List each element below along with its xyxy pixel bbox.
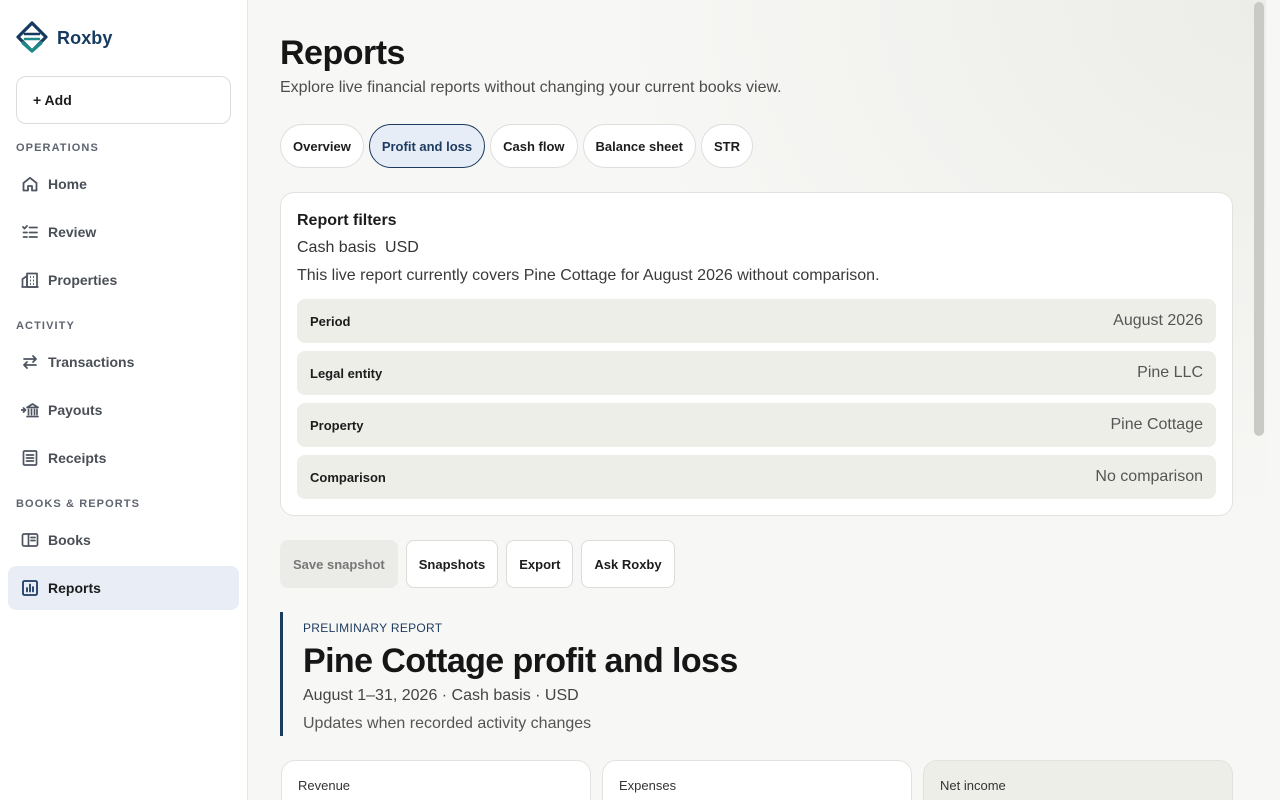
sidebar-item-books[interactable]: Books (8, 518, 239, 562)
ask-roxby-button[interactable]: Ask Roxby (581, 540, 675, 588)
section-label-activity: ACTIVITY (16, 320, 75, 332)
sidebar-item-label: Transactions (48, 354, 135, 370)
page-subtitle: Explore live financial reports without c… (280, 79, 782, 96)
metric-label: Net income (940, 778, 1006, 793)
book-icon (20, 530, 40, 550)
filter-key: Property (310, 417, 364, 433)
section-label-books-reports: BOOKS & REPORTS (16, 498, 141, 510)
filter-value: Pine LLC (1137, 364, 1203, 381)
save-snapshot-button[interactable]: Save snapshot (280, 540, 398, 588)
tab-overview[interactable]: Overview (280, 124, 364, 168)
chart-icon (20, 578, 40, 598)
tab-balance-sheet[interactable]: Balance sheet (582, 124, 696, 168)
tab-cash-flow[interactable]: Cash flow (490, 124, 578, 168)
metric-card-revenue: Revenue (281, 760, 591, 800)
sidebar-item-label: Receipts (48, 450, 107, 466)
filter-value: No comparison (1095, 468, 1203, 485)
brand[interactable]: Roxby (16, 21, 113, 55)
report-meta: August 1–31, 2026 · Cash basis · USD (303, 687, 579, 704)
brand-name: Roxby (57, 27, 113, 48)
checklist-icon (20, 222, 40, 242)
filter-value: August 2026 (1113, 312, 1203, 329)
receipt-icon (20, 448, 40, 468)
bank-icon (20, 400, 40, 420)
filters-description: This live report currently covers Pine C… (297, 267, 880, 284)
filter-row-period[interactable]: Period August 2026 (297, 299, 1216, 343)
filter-row-property[interactable]: Property Pine Cottage (297, 403, 1216, 447)
page-title: Reports (280, 34, 405, 72)
sidebar-item-review[interactable]: Review (8, 210, 239, 254)
sidebar-item-label: Payouts (48, 402, 103, 418)
tab-profit-and-loss[interactable]: Profit and loss (368, 124, 486, 168)
export-button[interactable]: Export (506, 540, 574, 588)
report-eyebrow: PRELIMINARY REPORT (303, 621, 443, 635)
sidebar-item-home[interactable]: Home (8, 162, 239, 206)
report-filters-card: Report filters Cash basis USD This live … (280, 192, 1233, 516)
report-note: Updates when recorded activity changes (303, 715, 592, 732)
report-tabs: Overview Profit and loss Cash flow Balan… (280, 124, 753, 168)
sidebar-item-properties[interactable]: Properties (8, 258, 239, 302)
scrollbar[interactable] (1254, 2, 1264, 436)
filter-key: Period (310, 313, 351, 329)
section-label-operations: OPERATIONS (16, 142, 99, 154)
filter-key: Comparison (310, 469, 386, 485)
sidebar-item-reports[interactable]: Reports (8, 566, 239, 610)
metric-card-net-income: Net income (923, 760, 1233, 800)
sidebar-item-label: Books (48, 532, 91, 548)
sidebar-item-transactions[interactable]: Transactions (8, 340, 239, 384)
report-header: PRELIMINARY REPORT Pine Cottage profit a… (280, 612, 980, 736)
filter-row-comparison[interactable]: Comparison No comparison (297, 455, 1216, 499)
filters-title: Report filters (297, 212, 397, 229)
arrows-swap-icon (20, 352, 40, 372)
tab-str[interactable]: STR (700, 124, 753, 168)
sidebar-item-label: Properties (48, 272, 118, 288)
roxby-logo-icon (16, 21, 48, 53)
metric-label: Revenue (298, 778, 351, 793)
main-content: Reports Explore live financial reports w… (248, 0, 1266, 800)
metric-label: Expenses (619, 778, 677, 793)
report-title: Pine Cottage profit and loss (303, 642, 738, 680)
filter-row-legal-entity[interactable]: Legal entity Pine LLC (297, 351, 1216, 395)
sidebar-item-label: Home (48, 176, 87, 192)
home-icon (20, 174, 40, 194)
snapshots-button[interactable]: Snapshots (405, 540, 499, 588)
building-icon (20, 270, 40, 290)
report-actions: Save snapshot Snapshots Export Ask Roxby (280, 540, 675, 588)
filters-basis: Cash basis USD (297, 239, 419, 256)
sidebar-item-label: Reports (48, 580, 101, 596)
metric-card-expenses: Expenses (602, 760, 912, 800)
sidebar-item-payouts[interactable]: Payouts (8, 388, 239, 432)
sidebar-item-label: Review (48, 224, 97, 240)
sidebar-item-receipts[interactable]: Receipts (8, 436, 239, 480)
filter-key: Legal entity (310, 365, 383, 381)
add-button[interactable]: + Add (16, 76, 231, 124)
filter-value: Pine Cottage (1110, 416, 1203, 433)
sidebar: Roxby + Add OPERATIONS Home Review Prope… (0, 0, 248, 800)
